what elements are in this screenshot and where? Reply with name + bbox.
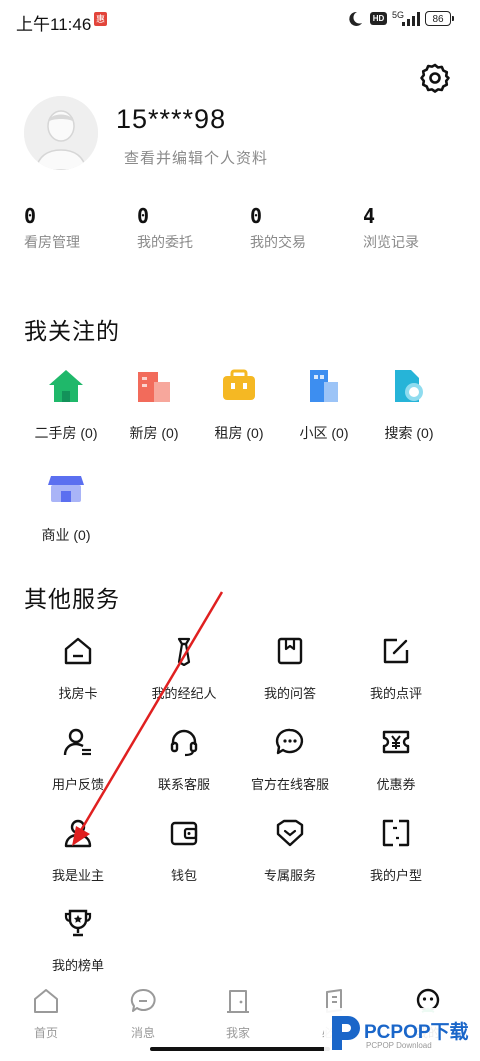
message-tab-icon <box>130 988 156 1012</box>
service-house-card[interactable]: 找房卡 <box>23 636 133 702</box>
status-time: 上午11:46 <box>16 15 92 34</box>
favorite-label: 租房 (0) <box>214 425 264 441</box>
edit-profile-link[interactable]: 查看并编辑个人资料 <box>124 147 268 168</box>
stat-value: 0 <box>250 204 263 228</box>
pcpop-logo-icon <box>332 1016 360 1050</box>
briefcase-icon <box>223 369 255 400</box>
service-label: 专属服务 <box>263 868 316 883</box>
service-label: 我的经纪人 <box>151 686 217 701</box>
avatar-silhouette-icon <box>24 96 98 170</box>
service-my-agent[interactable]: 我的经纪人 <box>129 636 239 702</box>
favorite-commercial[interactable]: 商业 (0) <box>21 468 111 545</box>
service-user-feedback[interactable]: 用户反馈 <box>23 727 133 793</box>
service-my-rankings[interactable]: 我的榜单 <box>23 908 133 974</box>
stat-value: 4 <box>363 204 376 228</box>
moon-icon <box>349 11 362 26</box>
service-label: 我的问答 <box>263 686 316 701</box>
sim-badge: 惠 <box>94 12 107 26</box>
service-label: 我的点评 <box>369 686 422 701</box>
service-label: 我是业主 <box>51 868 104 883</box>
signal-icon <box>402 12 420 26</box>
stat-browsing-history[interactable]: 4 浏览记录 <box>363 204 473 252</box>
home-indicator[interactable] <box>150 1047 330 1051</box>
tab-home[interactable]: 首页 <box>6 988 86 1041</box>
favorite-new-house[interactable]: 新房 (0) <box>109 366 199 443</box>
stat-label: 我的委托 <box>137 234 193 250</box>
feedback-icon <box>63 728 91 756</box>
favorite-label: 商业 (0) <box>41 527 91 543</box>
favorite-second-hand[interactable]: 二手房 (0) <box>21 366 111 443</box>
house-card-icon <box>64 637 92 665</box>
service-my-qa[interactable]: 我的问答 <box>235 636 345 702</box>
qa-icon <box>277 637 303 665</box>
favorite-community[interactable]: 小区 (0) <box>279 366 369 443</box>
tab-label: 我家 <box>225 1026 250 1040</box>
favorite-label: 搜索 (0) <box>384 425 434 441</box>
tab-label: 首页 <box>33 1026 58 1040</box>
search-icon <box>395 370 423 402</box>
service-exclusive[interactable]: 专属服务 <box>235 818 345 884</box>
service-label: 钱包 <box>170 868 197 883</box>
stat-my-commissions[interactable]: 0 我的委托 <box>137 204 247 252</box>
watermark-brand: PCPOP下载 <box>364 1022 469 1043</box>
watermark-sub: PCPOP Download <box>366 1041 432 1050</box>
favorites-title: 我关注的 <box>24 318 120 344</box>
agent-icon <box>177 637 191 667</box>
username[interactable]: 15****98 <box>116 104 226 135</box>
owner-icon <box>64 819 92 848</box>
exclusive-service-icon <box>276 819 304 847</box>
service-label: 官方在线客服 <box>250 777 329 792</box>
floorplan-icon <box>382 819 410 847</box>
stat-my-transactions[interactable]: 0 我的交易 <box>250 204 360 252</box>
trophy-icon <box>64 909 92 937</box>
favorite-search[interactable]: 搜索 (0) <box>364 366 454 443</box>
favorite-label: 二手房 (0) <box>34 425 98 441</box>
stat-label: 浏览记录 <box>363 234 419 250</box>
battery-indicator: 86 <box>425 11 454 26</box>
service-official-online-support[interactable]: 官方在线客服 <box>235 727 345 793</box>
service-label: 我的榜单 <box>51 958 104 973</box>
tab-messages[interactable]: 消息 <box>103 988 183 1041</box>
home-tab-icon <box>34 989 58 1013</box>
house-icon <box>49 370 83 402</box>
headset-icon <box>170 729 198 757</box>
service-label: 优惠券 <box>376 777 416 792</box>
myhome-tab-icon <box>227 990 249 1013</box>
building-icon <box>138 372 170 402</box>
watermark: PCPOP下载 PCPOP Download <box>324 1008 480 1061</box>
service-label: 我的户型 <box>369 868 422 883</box>
service-my-floorplan[interactable]: 我的户型 <box>341 818 451 884</box>
gear-icon[interactable] <box>419 62 451 94</box>
coupon-icon <box>382 730 410 754</box>
service-label: 用户反馈 <box>51 777 104 792</box>
hd-badge: HD <box>370 12 387 25</box>
review-icon <box>383 638 409 664</box>
favorite-label: 小区 (0) <box>299 425 349 441</box>
stat-label: 我的交易 <box>250 234 306 250</box>
stat-value: 0 <box>24 204 37 228</box>
stat-value: 0 <box>137 204 150 228</box>
service-label: 找房卡 <box>58 686 98 701</box>
community-icon <box>310 370 338 402</box>
stat-label: 看房管理 <box>24 234 80 250</box>
tab-my-home[interactable]: 我家 <box>198 988 278 1041</box>
shop-icon <box>48 476 84 502</box>
wallet-icon <box>170 821 198 846</box>
favorite-label: 新房 (0) <box>129 425 179 441</box>
service-i-am-owner[interactable]: 我是业主 <box>23 818 133 884</box>
stat-viewing-management[interactable]: 0 看房管理 <box>24 204 134 252</box>
status-bar: 上午11:46 惠 HD 5G 86 <box>0 0 480 40</box>
favorite-rent[interactable]: 租房 (0) <box>194 366 284 443</box>
service-coupon[interactable]: 优惠券 <box>341 727 451 793</box>
service-my-review[interactable]: 我的点评 <box>341 636 451 702</box>
tab-label: 消息 <box>130 1026 155 1040</box>
chat-icon <box>275 728 304 755</box>
service-contact-support[interactable]: 联系客服 <box>129 727 239 793</box>
avatar[interactable] <box>24 96 98 170</box>
services-title: 其他服务 <box>24 586 120 612</box>
service-label: 联系客服 <box>157 777 210 792</box>
service-wallet[interactable]: 钱包 <box>129 818 239 884</box>
